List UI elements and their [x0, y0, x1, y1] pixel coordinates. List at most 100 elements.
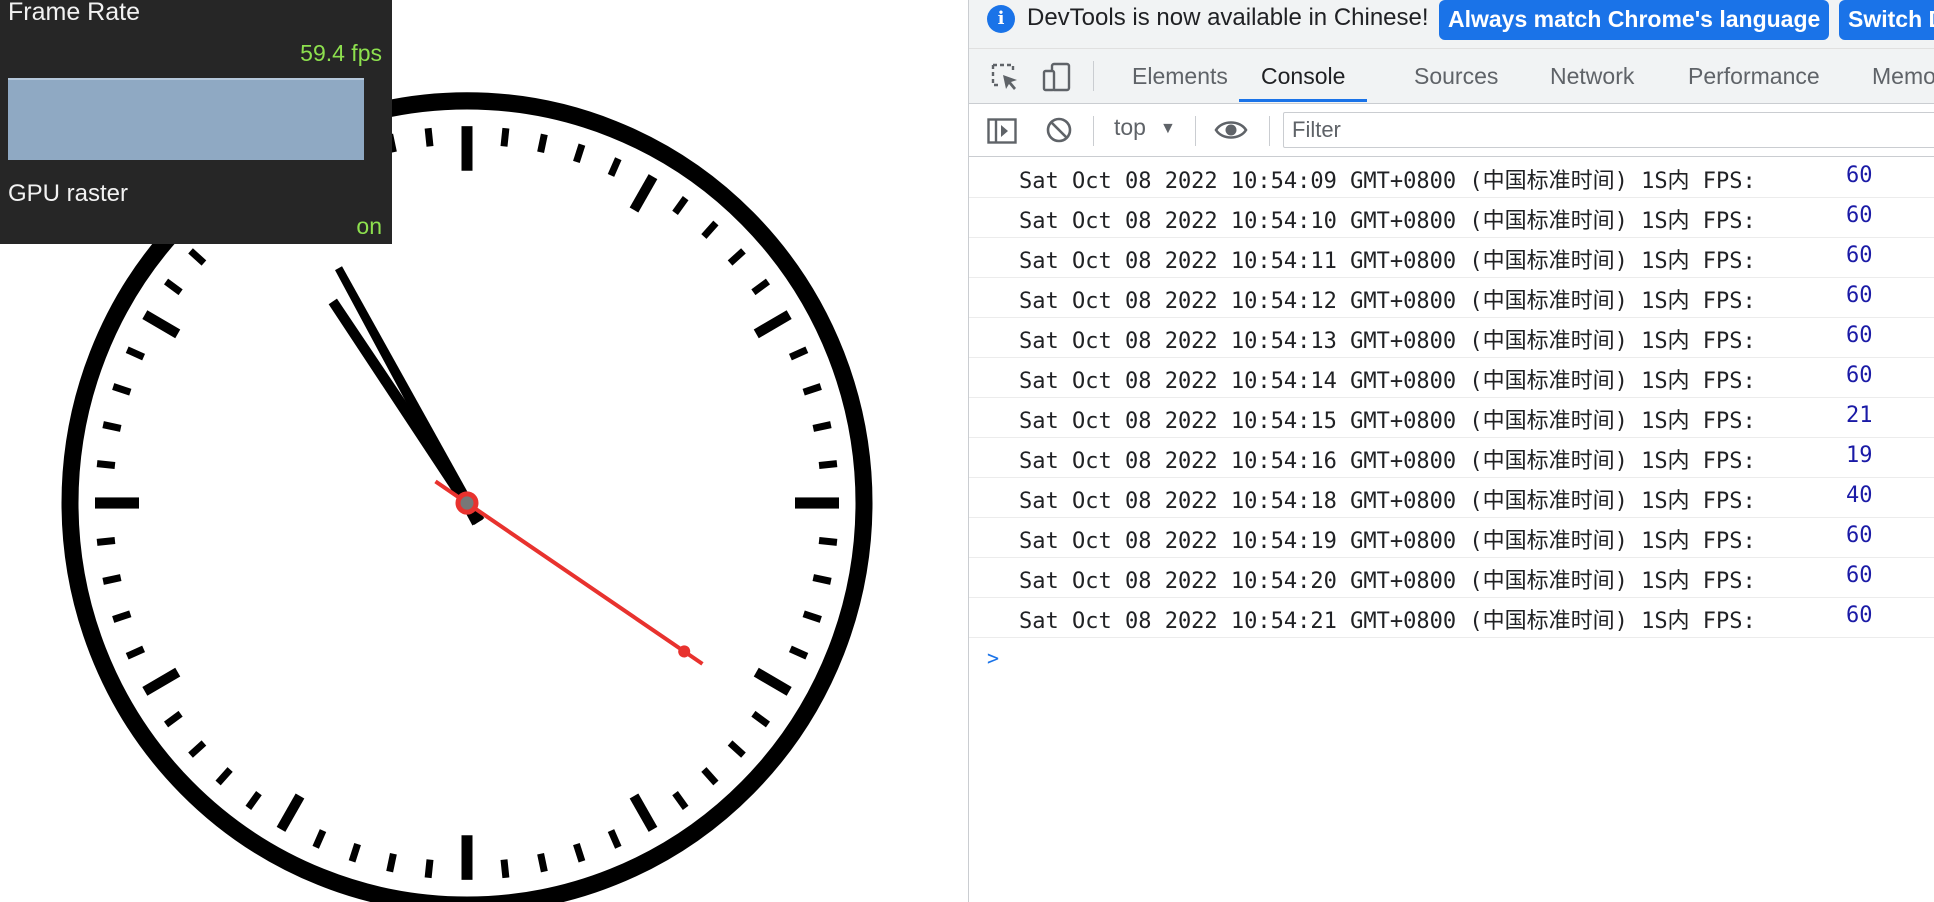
- gpu-raster-label: GPU raster: [8, 180, 129, 207]
- tab-elements[interactable]: Elements: [1132, 49, 1228, 102]
- infobar-message: DevTools is now available in Chinese!: [1027, 4, 1429, 31]
- console-row: Sat Oct 08 2022 10:54:10 GMT+0800 (中国标准时…: [969, 198, 1934, 238]
- minute-tick: [607, 157, 622, 177]
- minute-tick: [701, 767, 719, 786]
- hour-tick: [461, 835, 473, 880]
- minute-tick: [672, 791, 689, 810]
- console-message-text: Sat Oct 08 2022 10:54:16 GMT+0800 (中国标准时…: [1019, 449, 1756, 474]
- minute-tick: [348, 842, 361, 863]
- minute-tick: [102, 421, 122, 432]
- minute-tick: [812, 421, 832, 432]
- console-fps-value: 21: [1846, 403, 1873, 428]
- hour-tick: [629, 174, 658, 213]
- minute-tick: [818, 460, 838, 470]
- execution-context-select[interactable]: top ▼: [1114, 114, 1176, 141]
- minute-tick: [125, 346, 146, 361]
- console-message-text: Sat Oct 08 2022 10:54:19 GMT+0800 (中国标准时…: [1019, 529, 1756, 554]
- console-message-text: Sat Oct 08 2022 10:54:12 GMT+0800 (中国标准时…: [1019, 289, 1756, 314]
- minute-tick: [537, 133, 548, 153]
- hour-tick: [629, 793, 658, 832]
- live-expression-eye-icon[interactable]: [1214, 118, 1248, 142]
- minute-tick: [188, 248, 207, 266]
- context-value: top: [1114, 114, 1146, 140]
- tab-performance[interactable]: Performance: [1688, 49, 1820, 102]
- minute-tick: [751, 710, 771, 728]
- console-prompt[interactable]: >: [969, 638, 1934, 678]
- console-fps-value: 60: [1846, 603, 1873, 628]
- console-fps-value: 60: [1846, 163, 1873, 188]
- devtools-tabbar: Elements Console Sources Network Perform…: [969, 49, 1934, 104]
- minute-tick: [672, 196, 689, 215]
- minute-tick: [163, 710, 183, 728]
- show-sidebar-icon[interactable]: [987, 118, 1017, 144]
- console-row: Sat Oct 08 2022 10:54:20 GMT+0800 (中国标准时…: [969, 558, 1934, 598]
- info-icon: i: [987, 5, 1015, 33]
- minute-tick: [386, 853, 397, 873]
- minute-tick: [102, 574, 122, 585]
- hour-tick: [795, 497, 839, 509]
- console-messages: Sat Oct 08 2022 10:54:09 GMT+0800 (中国标准时…: [969, 158, 1934, 678]
- console-fps-value: 60: [1846, 363, 1873, 388]
- console-message-text: Sat Oct 08 2022 10:54:18 GMT+0800 (中国标准时…: [1019, 489, 1756, 514]
- minute-tick: [125, 645, 146, 660]
- minute-hand: [335, 266, 483, 526]
- console-fps-value: 40: [1846, 483, 1873, 508]
- console-row: Sat Oct 08 2022 10:54:21 GMT+0800 (中国标准时…: [969, 598, 1934, 638]
- console-message-text: Sat Oct 08 2022 10:54:13 GMT+0800 (中国标准时…: [1019, 329, 1756, 354]
- tab-memory[interactable]: Memo: [1872, 49, 1934, 102]
- console-row: Sat Oct 08 2022 10:54:19 GMT+0800 (中国标准时…: [969, 518, 1934, 558]
- page-viewport: Frame Rate 59.4 fps GPU raster on: [0, 0, 968, 902]
- frame-rate-title: Frame Rate: [8, 0, 140, 26]
- fps-meter-overlay: Frame Rate 59.4 fps GPU raster on: [0, 0, 392, 244]
- clear-console-icon[interactable]: [1045, 116, 1073, 144]
- minute-tick: [500, 127, 510, 147]
- console-toolbar: top ▼: [969, 104, 1934, 157]
- minute-tick: [573, 143, 586, 164]
- always-match-language-button[interactable]: Always match Chrome's language: [1439, 0, 1830, 40]
- tab-sources[interactable]: Sources: [1414, 49, 1498, 102]
- console-message-text: Sat Oct 08 2022 10:54:09 GMT+0800 (中国标准时…: [1019, 169, 1756, 194]
- toolbar-divider: [1093, 116, 1094, 146]
- filter-input[interactable]: [1284, 113, 1934, 147]
- minute-tick: [818, 536, 838, 546]
- minute-tick: [701, 220, 719, 239]
- console-message-text: Sat Oct 08 2022 10:54:11 GMT+0800 (中国标准时…: [1019, 249, 1756, 274]
- minute-tick: [802, 383, 822, 396]
- clock-hands: [328, 266, 704, 666]
- minute-tick: [96, 460, 116, 470]
- minute-tick: [312, 829, 327, 849]
- filter-box: [1283, 112, 1934, 148]
- console-fps-value: 60: [1846, 243, 1873, 268]
- switch-language-button[interactable]: Switch D: [1839, 0, 1934, 40]
- gpu-raster-status: on: [356, 213, 382, 239]
- fps-graph: [8, 78, 364, 160]
- minute-tick: [727, 740, 746, 758]
- console-row: Sat Oct 08 2022 10:54:16 GMT+0800 (中国标准时…: [969, 438, 1934, 478]
- console-fps-value: 60: [1846, 523, 1873, 548]
- clock-center-pin: [455, 491, 479, 515]
- minute-tick: [163, 278, 183, 296]
- minute-tick: [424, 127, 434, 147]
- tab-network[interactable]: Network: [1550, 49, 1634, 102]
- console-message-text: Sat Oct 08 2022 10:54:15 GMT+0800 (中国标准时…: [1019, 409, 1756, 434]
- minute-tick: [112, 610, 132, 623]
- console-row: Sat Oct 08 2022 10:54:11 GMT+0800 (中国标准时…: [969, 238, 1934, 278]
- minute-tick: [802, 610, 822, 623]
- console-fps-value: 60: [1846, 283, 1873, 308]
- toolbar-divider: [1093, 61, 1094, 91]
- console-fps-value: 60: [1846, 203, 1873, 228]
- device-toolbar-icon[interactable]: [1041, 61, 1073, 93]
- hour-tick: [142, 310, 181, 339]
- console-row: Sat Oct 08 2022 10:54:18 GMT+0800 (中国标准时…: [969, 478, 1934, 518]
- toolbar-divider: [1269, 116, 1270, 146]
- console-fps-value: 19: [1846, 443, 1873, 468]
- hour-tick: [753, 667, 792, 696]
- console-message-text: Sat Oct 08 2022 10:54:21 GMT+0800 (中国标准时…: [1019, 609, 1756, 634]
- hour-tick: [142, 667, 181, 696]
- tab-console[interactable]: Console: [1239, 49, 1368, 102]
- inspect-element-icon[interactable]: [989, 61, 1021, 93]
- minute-tick: [607, 829, 622, 849]
- console-fps-value: 60: [1846, 563, 1873, 588]
- language-infobar: i DevTools is now available in Chinese! …: [969, 0, 1934, 49]
- minute-tick: [96, 536, 116, 546]
